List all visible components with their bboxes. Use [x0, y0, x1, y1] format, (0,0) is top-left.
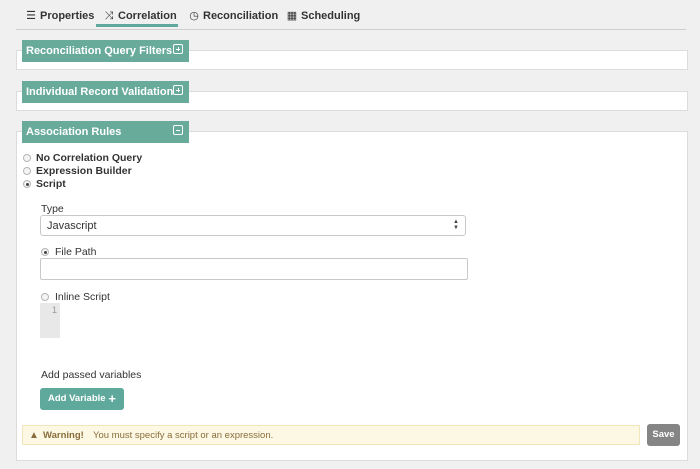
- warning-icon: ▲: [29, 430, 39, 441]
- add-variables-label: Add passed variables: [41, 369, 142, 381]
- add-variable-button[interactable]: Add Variable +: [40, 388, 124, 410]
- type-select-value: Javascript: [47, 220, 97, 232]
- warning-title: Warning!: [43, 430, 84, 441]
- radio-expression-builder[interactable]: [23, 167, 31, 175]
- calendar-icon: ▦: [286, 10, 298, 22]
- expand-icon[interactable]: [173, 85, 183, 95]
- type-label: Type: [41, 203, 64, 215]
- script-editor-gutter[interactable]: 1: [40, 303, 60, 338]
- expand-icon[interactable]: [173, 44, 183, 54]
- tab-label: Reconciliation: [203, 10, 279, 22]
- association-rules-header[interactable]: Association Rules: [22, 121, 189, 143]
- tab-label: Correlation: [118, 10, 177, 22]
- tab-properties[interactable]: ☰ Properties: [25, 0, 94, 29]
- shuffle-icon: ⤨: [104, 10, 114, 22]
- save-button[interactable]: Save: [647, 424, 680, 446]
- plus-icon: +: [108, 391, 116, 406]
- query-filters-header[interactable]: Reconciliation Query Filters: [22, 40, 189, 62]
- option-label-no-correlation-query: No Correlation Query: [36, 152, 143, 164]
- warning-alert: ▲ Warning! You must specify a script or …: [22, 425, 640, 445]
- radio-script[interactable]: [23, 180, 31, 188]
- tab-scheduling[interactable]: ▦ Scheduling: [286, 0, 360, 29]
- radio-inline-script[interactable]: [41, 293, 49, 301]
- type-select[interactable]: Javascript ▲ ▼: [40, 215, 466, 236]
- list-icon: ☰: [26, 10, 36, 22]
- warning-message: You must specify a script or an expressi…: [93, 430, 274, 441]
- radio-no-correlation-query[interactable]: [23, 154, 31, 162]
- option-label-expression-builder: Expression Builder: [36, 165, 132, 177]
- option-label-script: Script: [36, 178, 66, 190]
- section-title: Reconciliation Query Filters: [26, 45, 173, 57]
- tab-correlation[interactable]: ⤨ Correlation: [96, 0, 178, 27]
- tab-label: Scheduling: [301, 10, 361, 22]
- radio-file-path[interactable]: [41, 248, 49, 256]
- tab-reconciliation[interactable]: ◷ Reconciliation: [188, 0, 278, 29]
- tab-bar: ☰ Properties ⤨ Correlation ◷ Reconciliation…: [16, 0, 686, 30]
- inline-script-label: Inline Script: [55, 291, 110, 303]
- association-rules-panel: [16, 131, 688, 461]
- tab-label: Properties: [40, 10, 95, 22]
- collapse-icon[interactable]: [173, 125, 183, 135]
- line-number: 1: [51, 305, 57, 315]
- clock-icon: ◷: [189, 10, 199, 22]
- file-path-label: File Path: [55, 246, 97, 258]
- section-title: Association Rules: [26, 126, 122, 138]
- select-arrows-icon: ▲ ▼: [453, 219, 459, 231]
- section-title: Individual Record Validation: [26, 86, 174, 98]
- file-path-input[interactable]: [40, 258, 468, 280]
- add-variable-label: Add Variable: [48, 393, 106, 404]
- record-validation-header[interactable]: Individual Record Validation: [22, 81, 189, 103]
